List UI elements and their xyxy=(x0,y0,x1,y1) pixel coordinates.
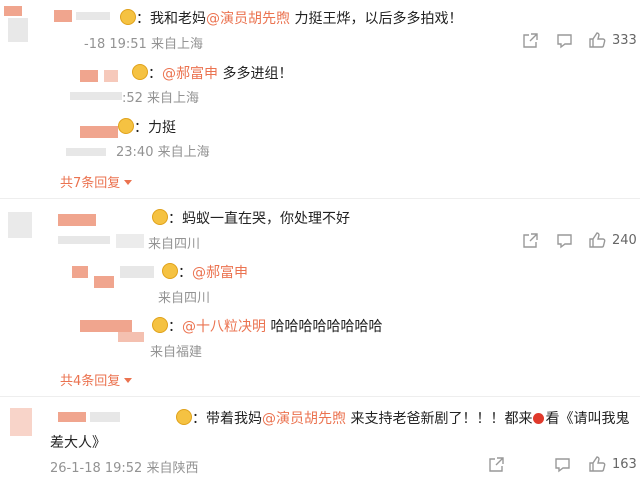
comment-button[interactable] xyxy=(556,232,573,249)
reply-prefix: ： xyxy=(148,66,162,82)
share-button[interactable] xyxy=(522,32,539,49)
comment-body-cont: 看《请叫我鬼 xyxy=(545,411,630,427)
share-button[interactable] xyxy=(522,232,539,249)
reply-avatar[interactable] xyxy=(72,266,88,278)
more-replies-link[interactable]: 共7条回复 xyxy=(60,172,133,191)
share-button[interactable] xyxy=(488,456,505,473)
username-blur xyxy=(66,148,106,156)
like-count: 163 xyxy=(612,456,637,472)
comment-text: ：我和老妈@演员胡先煦 力挺王烨，以后多多拍戏！ xyxy=(120,8,462,28)
comment-text: ：蚂蚁一直在哭，你处理不好 xyxy=(152,208,350,228)
divider xyxy=(0,198,640,199)
comment-icon xyxy=(555,458,570,473)
avatar-blur xyxy=(4,6,22,16)
vip-badge-icon xyxy=(118,118,134,134)
reply-meta: 来自福建 xyxy=(150,345,203,360)
share-icon xyxy=(523,233,538,248)
comment-button[interactable] xyxy=(556,32,573,49)
like-button[interactable]: 163 xyxy=(588,455,637,473)
reply-text: ：@十八粒决明 哈哈哈哈哈哈哈哈 xyxy=(152,316,382,336)
comment-prefix: ：蚂蚁一直在哭，你处理不好 xyxy=(168,211,350,227)
like-count: 240 xyxy=(612,232,637,248)
username-blur[interactable] xyxy=(58,412,86,422)
comment-body: 力挺王烨，以后多多拍戏！ xyxy=(290,11,463,27)
apple-icon xyxy=(533,413,545,424)
share-icon xyxy=(523,33,538,48)
comment-prefix: ：带着我妈 xyxy=(192,411,262,427)
reply-meta: :52 来自上海 xyxy=(122,91,200,106)
username-blur xyxy=(118,332,144,342)
mention-link[interactable]: @郝富申 xyxy=(162,66,218,82)
mention-link[interactable]: @演员胡先煦 xyxy=(206,11,290,27)
username-blur xyxy=(120,266,154,278)
mention-link[interactable]: @演员胡先煦 xyxy=(262,411,346,427)
comment-icon xyxy=(557,34,572,49)
like-count: 333 xyxy=(612,32,637,48)
mention-link[interactable]: @郝富申 xyxy=(192,265,248,281)
more-replies-label: 共4条回复 xyxy=(60,374,121,389)
reply-avatar[interactable] xyxy=(80,70,98,82)
divider xyxy=(0,396,640,397)
avatar[interactable] xyxy=(8,18,28,42)
vip-badge-icon xyxy=(162,263,178,279)
like-button[interactable]: 333 xyxy=(588,31,637,49)
comment-meta: -18 19:51 来自上海 xyxy=(84,37,203,52)
reply-meta: 来自四川 xyxy=(158,291,211,306)
comment-prefix: ：我和老妈 xyxy=(136,11,206,27)
comment-text: ：带着我妈@演员胡先煦 来支持老爸新剧了！！！都来 看《请叫我鬼 xyxy=(176,408,629,428)
vip-badge-icon xyxy=(176,409,192,425)
comment-meta: 来自四川 xyxy=(148,237,201,252)
avatar[interactable] xyxy=(10,408,32,436)
more-replies-label: 共7条回复 xyxy=(60,176,121,191)
vip-badge-icon xyxy=(152,209,168,225)
reply-prefix: ： xyxy=(168,319,182,335)
reply-body: 多多进组！ xyxy=(218,66,293,82)
thumbs-up-icon xyxy=(589,32,606,48)
reply-text: ：@郝富申 多多进组！ xyxy=(132,63,292,83)
username-blur xyxy=(116,234,144,248)
username-blur xyxy=(70,92,122,100)
username-blur[interactable] xyxy=(58,214,96,226)
thumbs-up-icon xyxy=(589,232,606,248)
comment-body-line2: 差大人》 xyxy=(50,435,106,451)
reply-meta: 23:40 来自上海 xyxy=(116,145,210,160)
username-blur xyxy=(58,236,110,244)
chevron-down-icon xyxy=(124,180,133,185)
username-blur xyxy=(76,12,110,20)
more-replies-link[interactable]: 共4条回复 xyxy=(60,370,133,389)
reply-body: 哈哈哈哈哈哈哈哈 xyxy=(266,319,383,335)
thumbs-up-icon xyxy=(589,456,606,472)
mention-link[interactable]: @十八粒决明 xyxy=(182,319,266,335)
comment-meta: 26-1-18 19:52 来自陕西 xyxy=(50,461,199,476)
reply-avatar[interactable] xyxy=(80,126,118,138)
comment-body: 来支持老爸新剧了！！！都来 xyxy=(346,411,533,427)
username-blur xyxy=(94,276,114,288)
avatar[interactable] xyxy=(8,212,32,238)
reply-avatar[interactable] xyxy=(80,320,132,332)
username-blur xyxy=(104,70,118,82)
like-button[interactable]: 240 xyxy=(588,231,637,249)
username-blur[interactable] xyxy=(54,10,72,22)
reply-text: ：@郝富申 xyxy=(162,262,248,282)
username-blur xyxy=(90,412,120,422)
reply-prefix: ： xyxy=(178,265,192,281)
vip-badge-icon xyxy=(152,317,168,333)
share-icon xyxy=(489,457,504,472)
vip-badge-icon xyxy=(120,9,136,25)
chevron-down-icon xyxy=(124,378,133,383)
reply-prefix: ：力挺 xyxy=(134,120,176,136)
comment-button[interactable] xyxy=(554,456,571,473)
reply-text: ：力挺 xyxy=(118,117,176,137)
vip-badge-icon xyxy=(132,64,148,80)
comment-icon xyxy=(557,234,572,249)
